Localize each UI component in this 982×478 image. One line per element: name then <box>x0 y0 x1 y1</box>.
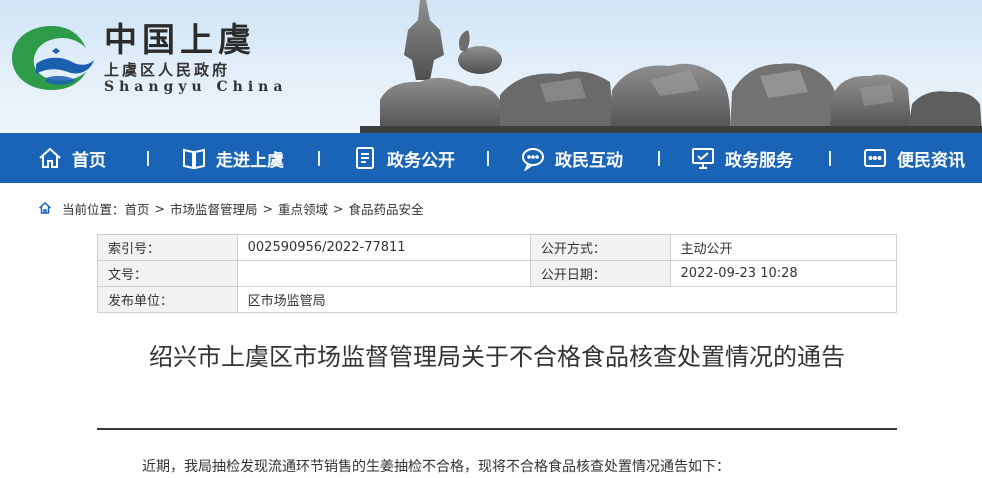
breadcrumb-link-food-drug-safety[interactable]: 食品药品安全 <box>349 199 424 218</box>
nav-item-public-info[interactable]: 便民资讯 <box>862 133 965 183</box>
issuing-unit-label: 发布单位： <box>97 286 238 313</box>
issuing-unit-value: 区市场监管局 <box>236 286 898 313</box>
nav-item-home[interactable]: 首页 <box>37 133 106 183</box>
table-row: 文号： 公开日期： 2022-09-23 10:28 <box>97 260 898 287</box>
book-icon <box>183 148 205 170</box>
shangyu-logo-emblem[interactable] <box>6 20 98 96</box>
nav-item-government-services[interactable]: 政务服务 <box>690 133 793 183</box>
home-icon <box>39 147 61 168</box>
nav-item-label: 首页 <box>72 150 106 171</box>
header-banner: 中国上虞 上虞区人民政府 Shangyu China <box>0 0 982 133</box>
breadcrumb-home-icon <box>38 201 52 214</box>
nav-divider <box>318 151 320 166</box>
nav-item-government-affairs[interactable]: 政务公开 <box>352 133 455 183</box>
document-number-label: 文号： <box>97 260 238 287</box>
monitor-icon <box>692 148 714 169</box>
article-paragraph: 近期，我局抽检发现流通环节销售的生姜抽检不合格，现将不合格食品核查处置情况通告如… <box>142 459 730 475</box>
breadcrumb-link-market-supervision[interactable]: 市场监督管理局 <box>170 199 258 218</box>
site-logo-english: Shangyu China <box>104 79 288 95</box>
breadcrumb-separator: > <box>333 200 344 216</box>
article-title: 绍兴市上虞区市场监督管理局关于不合格食品核查处置情况的通告 <box>149 343 845 371</box>
nav-item-label: 便民资讯 <box>897 150 965 171</box>
nav-item-label: 政务服务 <box>725 150 793 171</box>
chat-icon <box>522 148 544 171</box>
nav-divider <box>147 151 149 166</box>
breadcrumb-link-home[interactable]: 首页 <box>125 199 150 218</box>
site-logo-title[interactable]: 中国上虞 <box>104 13 256 61</box>
publish-date-label: 公开日期： <box>529 260 671 287</box>
breadcrumb-separator: > <box>262 200 274 216</box>
site-logo-subtitle: 上虞区人民政府 <box>104 61 231 79</box>
breadcrumb: 当前位置： 首页 > 市场监督管理局 > 重点领域 > 食品药品安全 <box>38 199 424 217</box>
index-number-label: 索引号： <box>97 234 238 261</box>
table-row: 发布单位： 区市场监管局 <box>97 286 898 313</box>
publish-mode-label: 公开方式： <box>529 234 671 261</box>
index-number-value: 002590956/2022-77811 <box>236 234 531 261</box>
nav-item-public-interaction[interactable]: 政民互动 <box>520 133 623 183</box>
message-icon <box>864 149 886 167</box>
document-icon <box>356 147 374 169</box>
document-info-table: 索引号： 002590956/2022-77811 公开方式： 主动公开 文号：… <box>97 234 898 313</box>
main-navigation: 首页 走进上虞 政务公开 政民互动 政务服务 便民资讯 <box>0 133 982 183</box>
nav-divider <box>829 151 831 166</box>
elephant-sculpture-image <box>360 0 982 133</box>
nav-item-label: 政民互动 <box>555 150 623 171</box>
breadcrumb-separator: > <box>154 200 166 216</box>
nav-item-about-shangyu[interactable]: 走进上虞 <box>181 133 284 183</box>
publish-date-value: 2022-09-23 10:28 <box>669 260 898 287</box>
breadcrumb-link-key-areas[interactable]: 重点领域 <box>278 199 328 218</box>
document-number-value <box>236 260 531 287</box>
nav-item-label: 走进上虞 <box>216 150 284 171</box>
nav-divider <box>658 151 660 166</box>
nav-item-label: 政务公开 <box>387 150 455 171</box>
title-divider <box>97 428 897 430</box>
breadcrumb-prefix: 当前位置： <box>62 201 125 217</box>
nav-divider <box>487 151 489 166</box>
publish-mode-value: 主动公开 <box>669 234 898 261</box>
table-row: 索引号： 002590956/2022-77811 公开方式： 主动公开 <box>97 234 898 261</box>
